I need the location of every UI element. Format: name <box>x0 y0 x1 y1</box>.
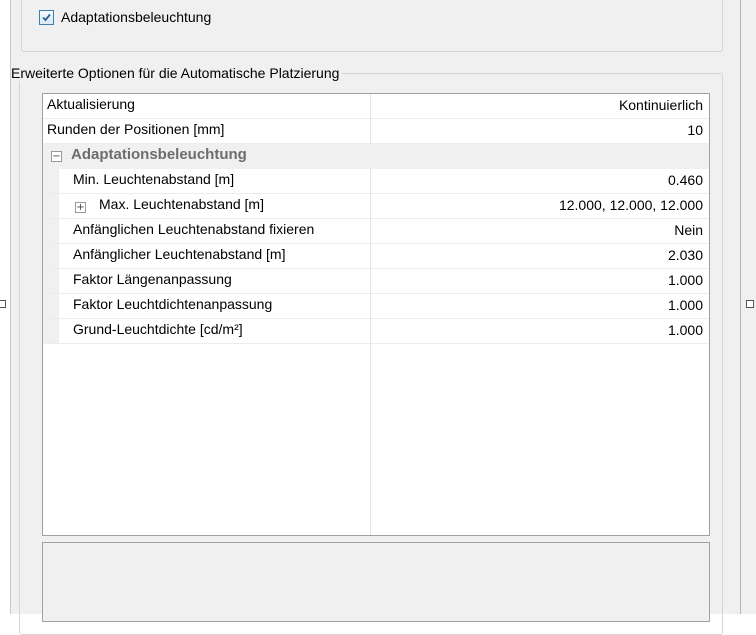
property-row-faktor-leuchtdichtenanpassung[interactable]: Faktor Leuchtdichtenanpassung 1.000 <box>43 294 709 319</box>
property-grid[interactable]: Aktualisierung Kontinuierlich Runden der… <box>42 93 710 536</box>
property-value[interactable]: 10 <box>687 122 703 138</box>
property-value[interactable]: 1.000 <box>668 272 703 288</box>
property-row-aktualisierung[interactable]: Aktualisierung Kontinuierlich <box>43 94 709 119</box>
property-row-anfaenglicher-leuchtenabstand[interactable]: Anfänglicher Leuchtenabstand [m] 2.030 <box>43 244 709 269</box>
property-row-max-leuchtenabstand[interactable]: + Max. Leuchtenabstand [m] 12.000, 12.00… <box>43 194 709 219</box>
property-value[interactable]: 1.000 <box>668 322 703 338</box>
advanced-options-title: Erweiterte Optionen für die Automatische… <box>11 65 343 81</box>
adaptation-lighting-checkbox[interactable] <box>39 9 54 25</box>
minus-box-icon[interactable]: − <box>51 151 62 162</box>
property-value[interactable]: Nein <box>674 222 703 238</box>
property-row-leuchtenabstand-fixieren[interactable]: Anfänglichen Leuchtenabstand fixieren Ne… <box>43 219 709 244</box>
adaptation-lighting-label: Adaptationsbeleuchtung <box>61 9 212 25</box>
property-value[interactable]: 0.460 <box>668 172 703 188</box>
property-name: Anfänglicher Leuchtenabstand [m] <box>73 246 286 262</box>
property-row-faktor-laengenanpassung[interactable]: Faktor Längenanpassung 1.000 <box>43 269 709 294</box>
dialog-panel: Adaptationsbeleuchtung Erweiterte Option… <box>11 0 740 635</box>
property-row-grund-leuchtdichte[interactable]: Grund-Leuchtdichte [cd/m²] 1.000 <box>43 319 709 344</box>
property-name: Anfänglichen Leuchtenabstand fixieren <box>73 221 315 237</box>
category-label: Adaptationsbeleuchtung <box>71 146 247 163</box>
property-value[interactable]: 2.030 <box>668 247 703 263</box>
property-category-adaptationsbeleuchtung[interactable]: − Adaptationsbeleuchtung <box>43 144 709 169</box>
resize-handle-right[interactable] <box>746 300 754 308</box>
resize-handle-left[interactable] <box>0 300 6 308</box>
property-name: Aktualisierung <box>47 96 135 112</box>
property-name: Faktor Längenanpassung <box>73 271 232 287</box>
adaptation-lighting-checkbox-row[interactable]: Adaptationsbeleuchtung <box>39 8 211 26</box>
property-row-min-leuchtenabstand[interactable]: Min. Leuchtenabstand [m] 0.460 <box>43 169 709 194</box>
property-value[interactable]: 1.000 <box>668 297 703 313</box>
property-name: Runden der Positionen [mm] <box>47 121 225 137</box>
property-name: Grund-Leuchtdichte [cd/m²] <box>73 321 243 337</box>
property-row-runden[interactable]: Runden der Positionen [mm] 10 <box>43 119 709 144</box>
property-name: Min. Leuchtenabstand [m] <box>73 171 235 187</box>
property-name: Max. Leuchtenabstand [m] <box>99 196 264 212</box>
property-value[interactable]: 12.000, 12.000, 12.000 <box>559 197 703 213</box>
property-name: Faktor Leuchtdichtenanpassung <box>73 296 273 312</box>
property-value[interactable]: Kontinuierlich <box>619 97 703 113</box>
checkmark-icon <box>42 13 51 21</box>
plus-box-icon[interactable]: + <box>75 202 86 213</box>
property-description-panel <box>42 542 710 622</box>
